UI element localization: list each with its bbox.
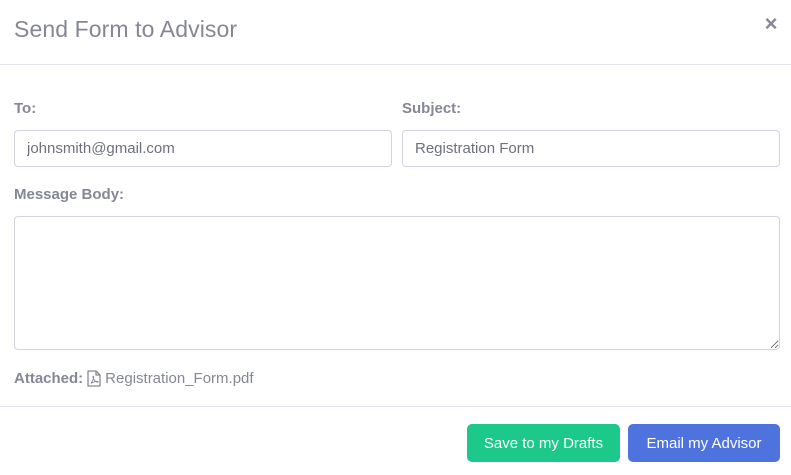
close-button[interactable]: × — [763, 13, 779, 35]
modal-header: Send Form to Advisor × — [0, 0, 791, 65]
save-to-drafts-button[interactable]: Save to my Drafts — [467, 424, 620, 462]
email-advisor-button[interactable]: Email my Advisor — [628, 424, 780, 462]
attached-label: Attached: — [14, 369, 84, 387]
subject-input[interactable] — [402, 130, 780, 167]
message-body-textarea[interactable] — [14, 216, 780, 350]
subject-label: Subject: — [402, 100, 462, 117]
to-input[interactable] — [14, 130, 392, 167]
send-form-modal: Send Form to Advisor × To: Subject: Mess… — [0, 0, 791, 475]
attachment-row: Attached: Registration_Form.pdf — [14, 368, 254, 388]
attachment-file-link[interactable]: Registration_Form.pdf — [105, 370, 253, 387]
message-body-label: Message Body: — [14, 186, 125, 203]
modal-title: Send Form to Advisor — [14, 16, 238, 42]
to-label: To: — [14, 100, 37, 117]
modal-footer: Save to my Drafts Email my Advisor — [0, 406, 791, 475]
file-pdf-icon — [87, 369, 101, 387]
